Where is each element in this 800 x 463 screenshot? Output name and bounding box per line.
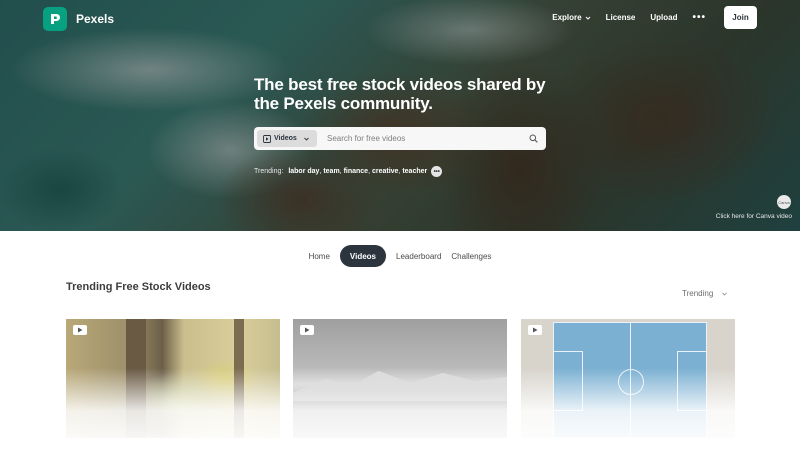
more-trending-icon[interactable]: •••: [431, 166, 443, 177]
pexels-logo-icon: [43, 7, 67, 31]
trending-tag[interactable]: creative: [372, 168, 398, 175]
join-button[interactable]: Join: [724, 6, 757, 29]
video-play-icon: [73, 325, 87, 335]
hero-banner: Pexels Explore License Upload ••• Join T…: [0, 0, 800, 231]
nav-upload[interactable]: Upload: [650, 13, 677, 22]
search-type-dropdown[interactable]: Videos: [257, 130, 317, 147]
content-tabs: Home Videos Leaderboard Challenges: [0, 245, 800, 267]
canva-caption[interactable]: Click here for Canva video: [716, 213, 792, 220]
brand-name: Pexels: [76, 12, 115, 26]
search-type-label: Videos: [274, 135, 297, 142]
section-title: Trending Free Stock Videos: [66, 281, 211, 293]
sort-label: Trending: [682, 289, 714, 298]
top-nav: Explore License Upload ••• Join: [552, 6, 757, 29]
nav-license[interactable]: License: [606, 13, 636, 22]
trending-searches: Trending: labor day, team, finance, crea…: [254, 166, 443, 177]
trending-tag[interactable]: labor day: [288, 168, 319, 175]
trending-label: Trending:: [254, 168, 284, 175]
trending-tag[interactable]: finance: [344, 168, 369, 175]
nav-explore-label: Explore: [552, 13, 582, 22]
trending-tag[interactable]: teacher: [402, 168, 427, 175]
chevron-down-icon: [304, 137, 309, 141]
brand-logo[interactable]: Pexels: [43, 7, 114, 31]
search-icon[interactable]: [529, 134, 538, 143]
chevron-down-icon: [585, 16, 590, 20]
tab-leaderboard[interactable]: Leaderboard: [391, 245, 446, 267]
tab-challenges[interactable]: Challenges: [446, 245, 496, 267]
trending-tags: labor day, team, finance, creative, teac…: [288, 168, 428, 175]
hero-headline: The best free stock videos shared by the…: [254, 75, 546, 113]
video-play-icon: [528, 325, 542, 335]
nav-explore[interactable]: Explore: [552, 13, 590, 22]
more-options-icon[interactable]: •••: [692, 12, 706, 23]
canva-badge-icon[interactable]: Canva: [777, 195, 791, 209]
video-type-icon: [263, 134, 271, 143]
chevron-down-icon: [722, 292, 728, 296]
video-card[interactable]: [66, 319, 280, 438]
video-card[interactable]: [521, 319, 735, 438]
video-play-icon: [300, 325, 314, 335]
court-image: [553, 322, 707, 438]
tab-videos[interactable]: Videos: [339, 245, 387, 267]
sort-dropdown[interactable]: Trending: [682, 289, 728, 298]
video-card[interactable]: [293, 319, 507, 438]
search-input[interactable]: [327, 130, 529, 147]
tab-home[interactable]: Home: [304, 245, 335, 267]
search-bar: Videos: [254, 127, 546, 150]
trending-tag[interactable]: team: [323, 168, 339, 175]
